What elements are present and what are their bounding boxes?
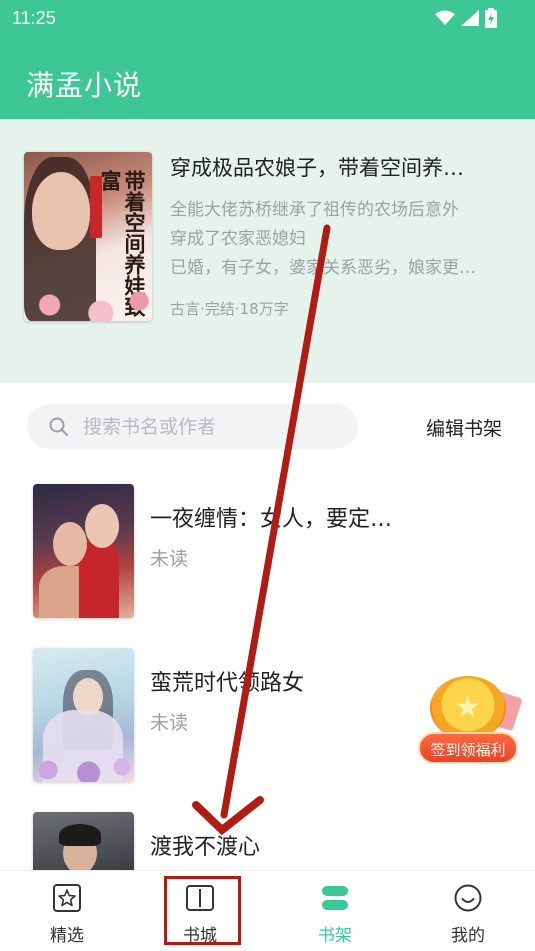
search-icon	[49, 417, 68, 436]
battery-icon	[485, 8, 497, 28]
app-title: 满孟小说	[26, 69, 143, 102]
book-title[interactable]: 一夜缠情：女人，要定…	[150, 501, 392, 533]
nav-item-featured[interactable]: 精选	[17, 871, 117, 951]
book-status: 未读	[150, 712, 189, 734]
description-line: 已婚，有子女，婆家关系恶劣，娘家更…	[170, 258, 476, 278]
star-icon: ★	[454, 690, 481, 725]
description-line: 穿成了农家恶媳妇	[170, 229, 306, 249]
wifi-icon	[435, 10, 455, 25]
bottom-nav: 精选 书城 书架 我的	[0, 870, 535, 951]
nav-label: 我的	[451, 926, 485, 946]
featured-book-title[interactable]: 穿成极品农娘子，带着空间养…	[170, 152, 464, 182]
book-title[interactable]: 渡我不渡心	[150, 829, 260, 861]
app-bar: 满孟小说	[0, 38, 535, 119]
status-time: 11:25	[12, 8, 56, 28]
status-bar: 11:25	[0, 0, 535, 38]
book-cover[interactable]	[33, 648, 134, 782]
nav-label: 精选	[50, 926, 84, 946]
search-bar[interactable]	[27, 404, 358, 449]
shelf-icon	[322, 886, 348, 910]
edit-shelf-button[interactable]: 编辑书架	[426, 414, 502, 441]
featured-book-description: 全能大佬苏桥继承了祖传的农场后意外 穿成了农家恶媳妇 已婚，有子女，婆家关系恶劣…	[170, 196, 515, 283]
book-cover[interactable]	[33, 484, 134, 618]
book-status: 未读	[150, 548, 189, 570]
description-line: 全能大佬苏桥继承了祖传的农场后意外	[170, 200, 459, 220]
list-item[interactable]: 一夜缠情：女人，要定… 未读	[0, 484, 535, 618]
featured-book-cover[interactable]: 带着空间养娃致富	[24, 152, 152, 321]
reward-label[interactable]: 签到领福利	[418, 732, 518, 764]
star-icon	[53, 884, 81, 912]
signal-icon	[461, 10, 479, 26]
nav-label: 书架	[318, 926, 352, 946]
profile-icon	[454, 884, 482, 912]
highlight-box	[164, 876, 241, 945]
status-icons	[435, 8, 497, 28]
sign-in-reward-button[interactable]: ★ 签到领福利	[414, 676, 523, 768]
featured-book-meta: 古言·完结·18万字	[170, 300, 289, 318]
search-input[interactable]	[83, 404, 343, 449]
book-title[interactable]: 蛮荒时代领路女	[150, 665, 304, 697]
nav-item-bookshelf[interactable]: 书架	[285, 871, 385, 951]
nav-item-profile[interactable]: 我的	[418, 871, 518, 951]
